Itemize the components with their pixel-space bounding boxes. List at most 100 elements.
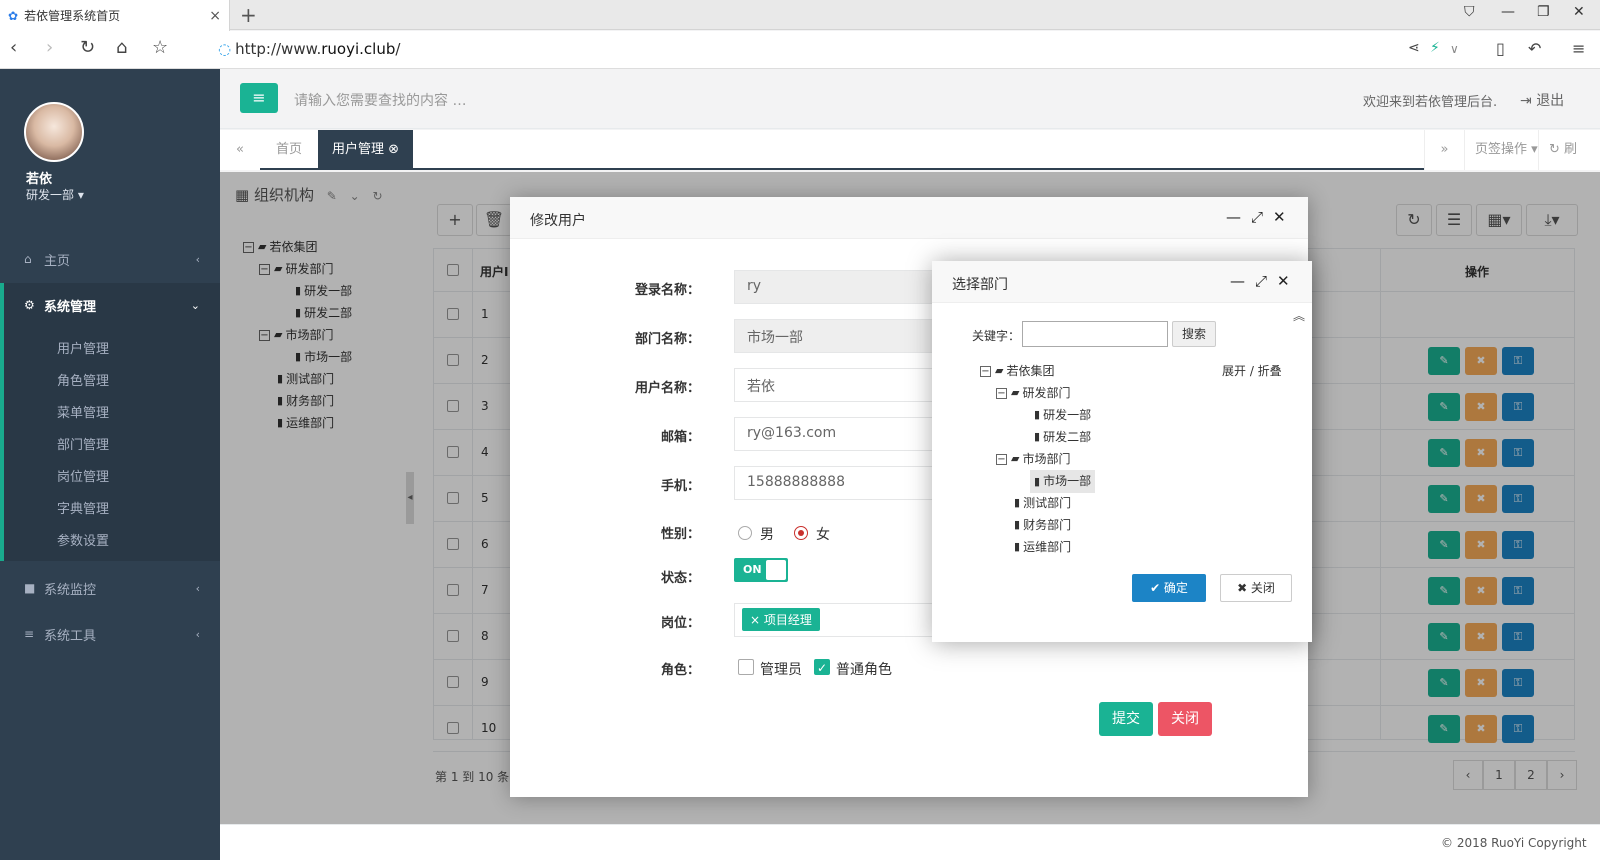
sidebar-item-label: 主页 (44, 253, 71, 269)
undo-icon[interactable]: ↶ (1528, 39, 1541, 58)
selected-node[interactable]: ▮ 市场一部 (1030, 469, 1096, 493)
gender-female-radio[interactable] (794, 526, 808, 540)
restore-icon[interactable]: ❐ (1537, 4, 1550, 20)
gender-male-radio[interactable] (738, 526, 752, 540)
phone-field[interactable]: 15888888888 (734, 466, 954, 500)
search-button[interactable]: 搜索 (1172, 321, 1216, 347)
logout-label: 退出 (1536, 93, 1565, 109)
close-dept-dialog-button[interactable]: ✖ 关闭 (1220, 574, 1292, 602)
sidebar-toggle-button[interactable]: ≡ (240, 83, 278, 113)
sidebar-item-label: 系统工具 (44, 628, 97, 644)
sidebar-item-tools[interactable]: ≡ 系统工具 ‹ (0, 612, 220, 656)
tabs-scroll-right-icon[interactable]: » (1424, 130, 1464, 170)
sidebar-item-label: 系统监控 (44, 582, 97, 598)
submenu-depts[interactable]: 部门管理 (57, 434, 109, 453)
submenu-menus[interactable]: 菜单管理 (57, 402, 109, 421)
tree-node-mk1-selected[interactable]: ▮ 市场一部 (980, 469, 1096, 493)
phone-icon[interactable]: ▯ (1496, 39, 1505, 58)
collapse-icon[interactable]: − (996, 387, 1007, 399)
tree-node-label: 市场一部 (1043, 473, 1092, 488)
tree-node-ops[interactable]: ▮ 运维部门 (980, 536, 1095, 558)
tree-node-fin[interactable]: ▮ 财务部门 (980, 514, 1095, 536)
tree-node-rd[interactable]: − ▰ 研发部门 (980, 382, 1095, 404)
login-name-field[interactable]: ry (734, 270, 954, 304)
tree-node-rd1[interactable]: ▮ 研发一部 (980, 404, 1095, 426)
expand-collapse-link[interactable]: 展开 / 折叠 (1222, 362, 1282, 379)
keyword-input[interactable] (1022, 321, 1168, 347)
submenu-dicts[interactable]: 字典管理 (57, 498, 109, 517)
collapse-icon[interactable]: − (996, 453, 1007, 465)
logout-link[interactable]: ⇥ 退出 (1520, 90, 1564, 110)
role-label: 角色： (660, 663, 700, 678)
close-tab-icon[interactable]: × (209, 8, 221, 24)
minimize-icon[interactable]: — (1501, 4, 1515, 20)
chevron-down-icon[interactable]: ∨ (1450, 42, 1459, 56)
star-icon[interactable]: ☆ (152, 37, 168, 58)
browser-tab[interactable]: ✿ 若依管理系统首页 × (0, 0, 230, 31)
tab-home[interactable]: 首页 (262, 130, 316, 170)
search-input[interactable]: 请输入您需要查找的内容 … (294, 90, 466, 110)
user-dept-dropdown[interactable]: 研发一部 ▾ (26, 186, 84, 203)
url-field[interactable]: ◌ http://www.ruoyi.club/ (218, 40, 400, 58)
minimize-icon[interactable]: — (1230, 272, 1255, 290)
home-nav-icon[interactable]: ⌂ (116, 37, 127, 58)
folder-open-icon: ▰ (1011, 386, 1020, 399)
shirt-icon[interactable]: ⛉ (1464, 4, 1475, 20)
collapse-up-icon[interactable]: ︽ (1293, 307, 1305, 324)
maximize-icon[interactable]: ⤢ (1251, 208, 1273, 226)
tab-ops-dropdown[interactable]: 页签操作 ▾ (1464, 130, 1548, 170)
video-icon: ■ (24, 581, 36, 595)
dept-name-label: 部门名称： (634, 332, 700, 347)
menu-icon[interactable]: ≡ (1572, 39, 1585, 58)
submenu-roles[interactable]: 角色管理 (57, 370, 109, 389)
tab-label: 用户管理 (332, 142, 385, 157)
submenu-config[interactable]: 参数设置 (57, 530, 109, 549)
confirm-button[interactable]: ✔ 确定 (1132, 574, 1206, 602)
role-admin-checkbox[interactable] (738, 659, 754, 675)
back-icon[interactable]: ‹ (10, 37, 17, 58)
close-tab-circle-icon[interactable]: ⊗ (388, 142, 399, 157)
submenu-users[interactable]: 用户管理 (57, 338, 109, 357)
tree-node-label: 测试部门 (1023, 496, 1072, 510)
avatar[interactable] (24, 102, 84, 162)
sidebar-item-home[interactable]: ⌂ 主页 ‹ (0, 237, 220, 281)
file-icon: ▮ (1014, 496, 1021, 509)
close-icon[interactable]: ✕ (1273, 208, 1296, 226)
dialog-window-controls: —⤢✕ (1230, 272, 1300, 290)
tree-node-label: 研发二部 (1043, 430, 1092, 444)
tabs-scroll-left-icon[interactable]: « (220, 130, 260, 170)
tree-node-mk[interactable]: − ▰ 市场部门 (980, 448, 1095, 470)
email-field[interactable]: ry@163.com (734, 417, 954, 451)
submenu-posts[interactable]: 岗位管理 (57, 466, 109, 485)
forward-icon[interactable]: › (46, 37, 53, 58)
gender-label: 性别： (660, 527, 700, 542)
post-tag[interactable]: × 项目经理 (742, 608, 820, 631)
maximize-icon[interactable]: ⤢ (1255, 272, 1277, 290)
close-icon[interactable]: ✕ (1277, 272, 1300, 290)
minimize-icon[interactable]: — (1226, 208, 1251, 226)
user-name-field[interactable]: 若依 (734, 368, 954, 402)
close-window-icon[interactable]: ✕ (1573, 4, 1585, 20)
url-suffix: / (395, 40, 401, 58)
bolt-icon[interactable]: ⚡ (1430, 40, 1440, 56)
sidebar-item-monitor[interactable]: ■ 系统监控 ‹ (0, 566, 220, 610)
submit-button[interactable]: 提交 (1099, 702, 1153, 736)
tab-user-management[interactable]: 用户管理 ⊗ (318, 130, 414, 170)
tree-node-label: 运维部门 (1023, 540, 1072, 554)
new-tab-icon[interactable]: + (240, 3, 257, 27)
tree-node-rd2[interactable]: ▮ 研发二部 (980, 426, 1095, 448)
refresh-icon: ↻ (1549, 142, 1560, 157)
reload-icon[interactable]: ↻ (80, 37, 95, 58)
tree-node-label: 若依集团 (1006, 364, 1055, 378)
status-toggle[interactable]: ON (734, 558, 788, 582)
tree-node-test[interactable]: ▮ 测试部门 (980, 492, 1095, 514)
chevron-left-icon: ‹ (195, 581, 200, 595)
refresh-tab-button[interactable]: ↻ 刷新 (1538, 130, 1600, 197)
role-common-checkbox[interactable]: ✓ (814, 659, 830, 675)
url-domain: ruoyi.club (321, 40, 396, 58)
collapse-icon[interactable]: − (980, 365, 991, 377)
dept-name-field[interactable]: 市场一部 (734, 319, 954, 353)
tree-node-root[interactable]: − ▰ 若依集团 (980, 360, 1095, 382)
close-button[interactable]: 关闭 (1158, 702, 1212, 736)
share-icon[interactable]: ⋖ (1408, 40, 1420, 56)
